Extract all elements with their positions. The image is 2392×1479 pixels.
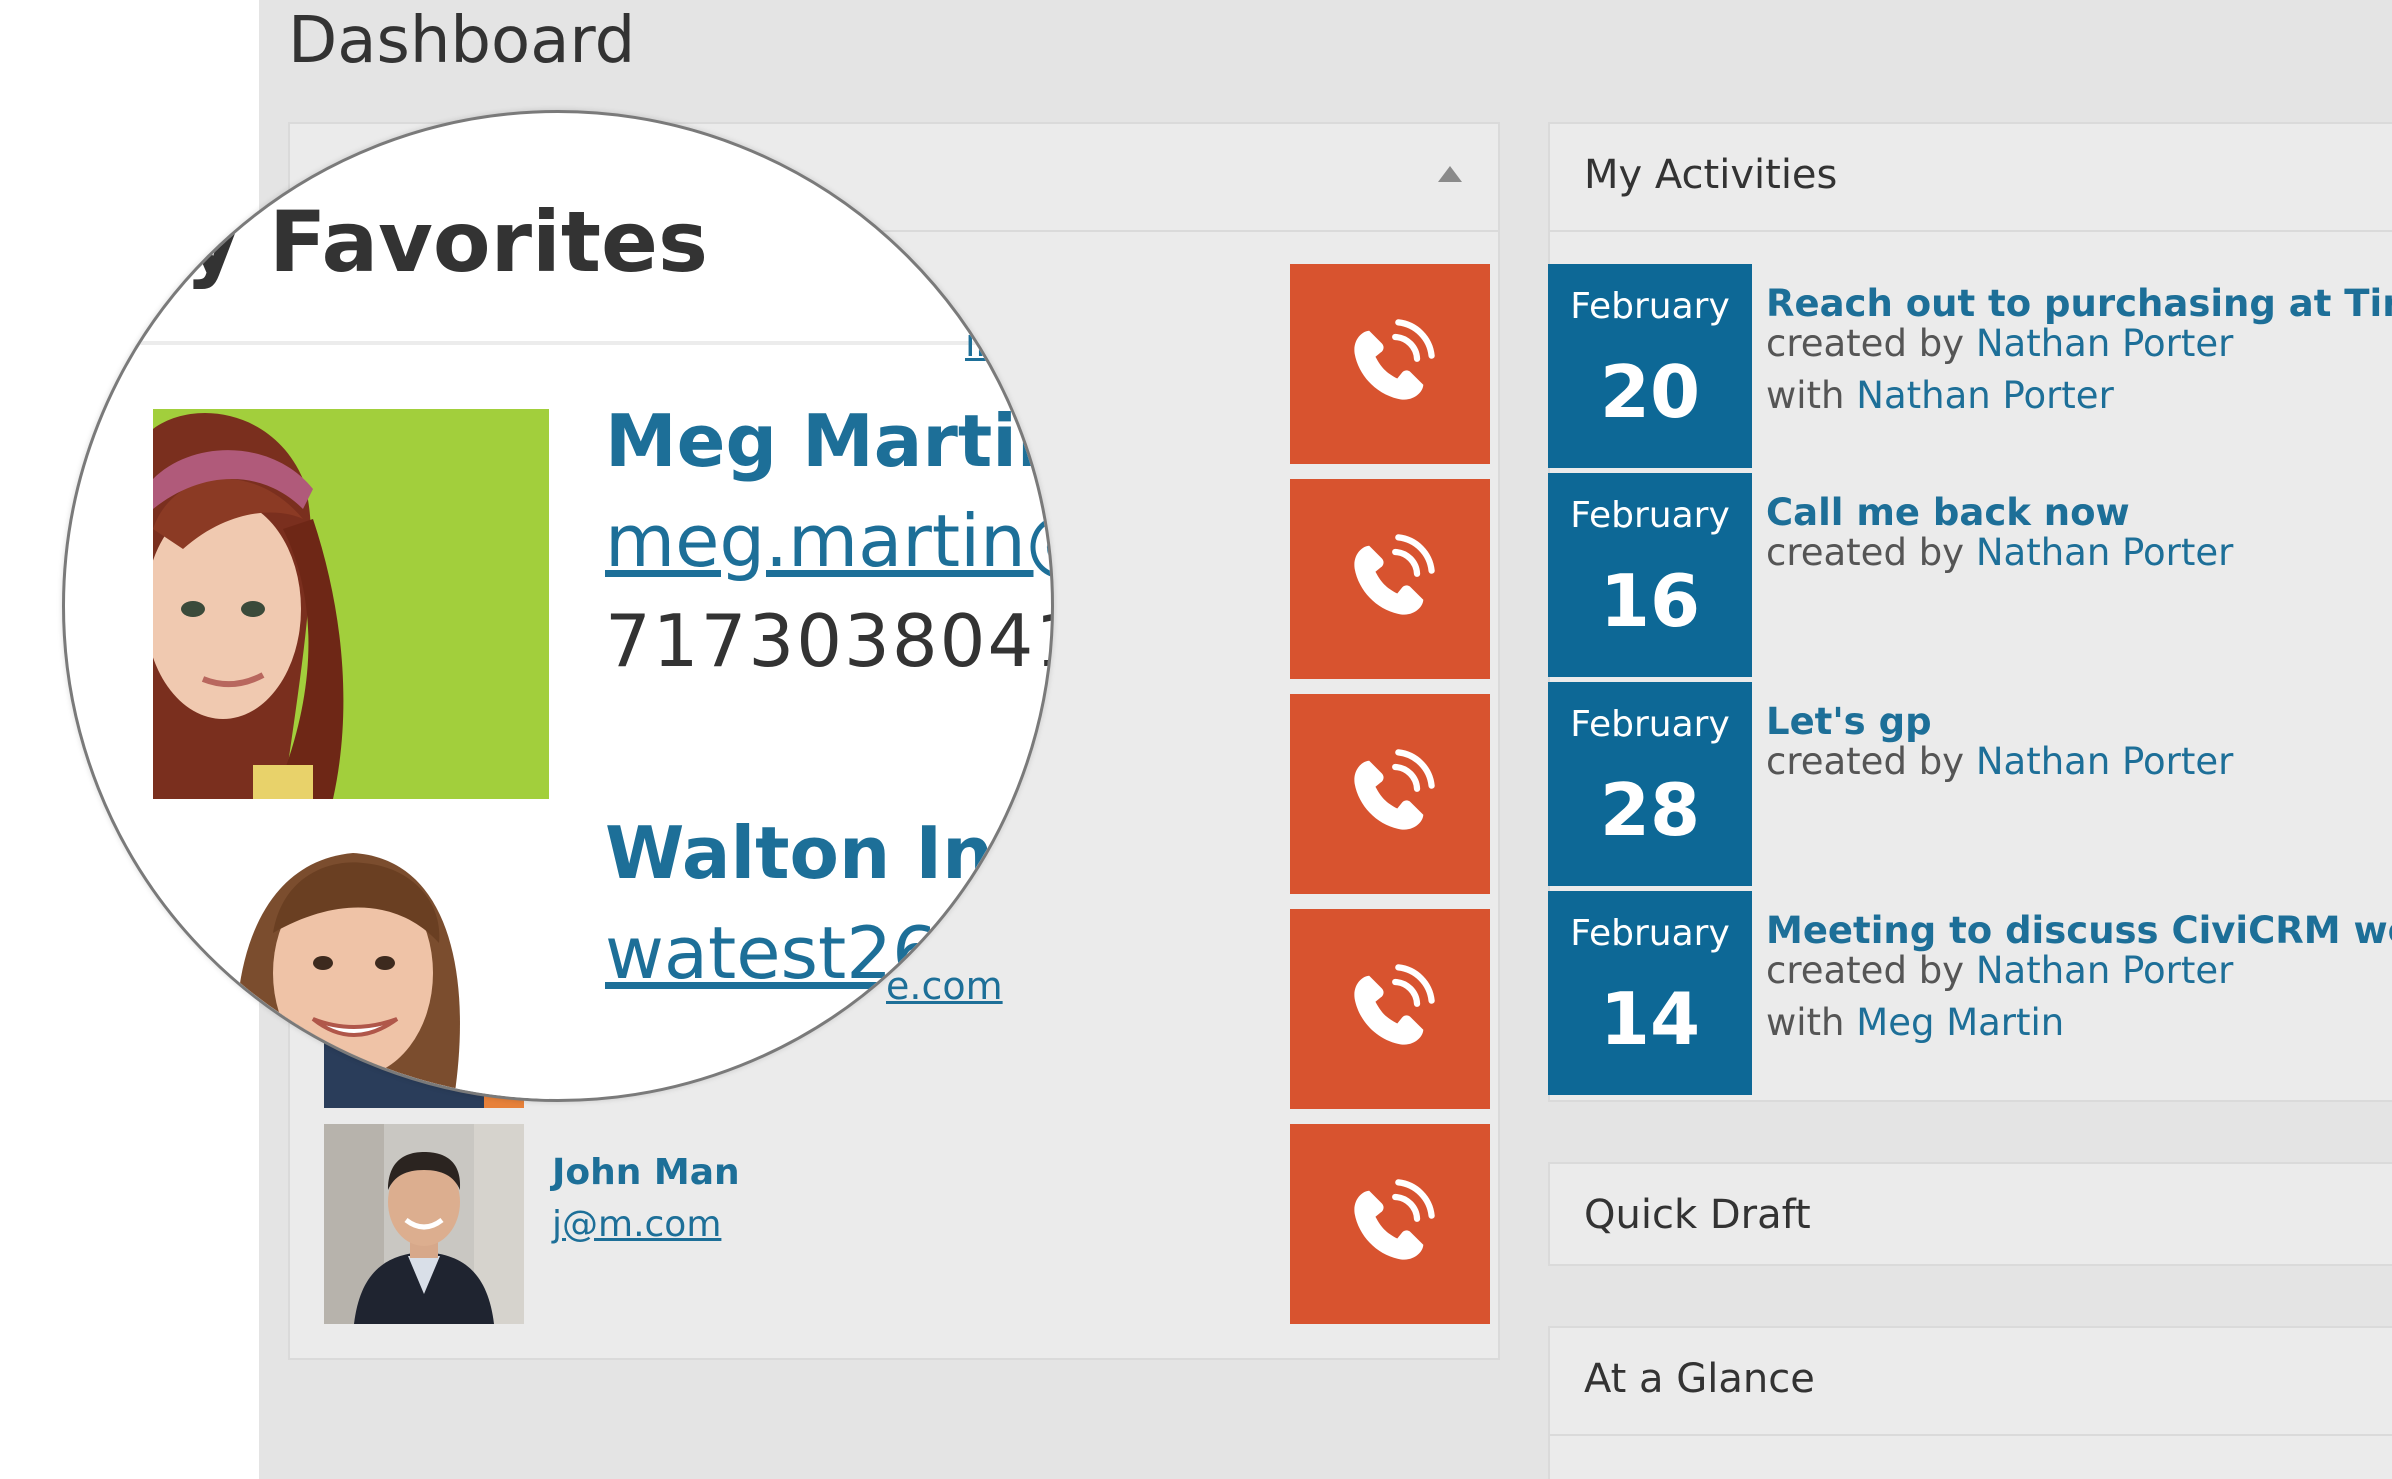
with-label: with xyxy=(1766,1001,1857,1044)
avatar[interactable] xyxy=(153,409,549,799)
activity-title[interactable]: Let's gp xyxy=(1766,700,1932,743)
avatar[interactable] xyxy=(324,1124,524,1324)
favorite-row: John Man j@m.com xyxy=(324,1124,1224,1324)
activity-date: February 16 xyxy=(1548,473,1752,677)
call-button[interactable] xyxy=(1290,479,1490,679)
activity-date: February 20 xyxy=(1548,264,1752,468)
creator-link[interactable]: Nathan Porter xyxy=(1976,531,2234,574)
contact-email[interactable]: meg.martin@ xyxy=(605,499,1051,583)
contact-phone[interactable]: 7173038041 xyxy=(605,599,1051,683)
smiling-woman-photo xyxy=(153,823,549,1099)
activity-with: with Nathan Porter xyxy=(1766,374,2114,417)
activity-title[interactable]: Meeting to discuss CiviCRM websit xyxy=(1766,909,2392,952)
date-day: 14 xyxy=(1599,977,1701,1061)
activity-item: February 28 Let's gp created by Nathan P… xyxy=(1548,682,2392,888)
phone-call-icon xyxy=(1354,964,1435,1045)
call-button[interactable] xyxy=(1290,909,1490,1109)
date-month: February xyxy=(1570,286,1730,327)
call-button[interactable] xyxy=(1290,264,1490,464)
activity-with: with Meg Martin xyxy=(1766,1001,2064,1044)
phone-call-icon xyxy=(1354,319,1435,400)
activity-created-by: created by Nathan Porter xyxy=(1766,322,2233,365)
creator-link[interactable]: Nathan Porter xyxy=(1976,949,2234,992)
created-by-label: created by xyxy=(1766,740,1976,783)
phone-call-icon xyxy=(1354,749,1435,830)
page-title: Dashboard xyxy=(288,4,636,78)
date-day: 28 xyxy=(1599,768,1701,852)
activities-panel-header: My Activities xyxy=(1550,124,2392,232)
favorites-title: y Favorites xyxy=(185,193,708,291)
magnifier-lens: y Favorites ine.com Meg Martin meg.marti… xyxy=(62,110,1054,1102)
panel-title: At a Glance xyxy=(1584,1356,1815,1402)
activity-title[interactable]: Call me back now xyxy=(1766,491,2130,534)
phone-call-icon xyxy=(1354,534,1435,615)
activity-date: February 28 xyxy=(1548,682,1752,886)
created-by-label: created by xyxy=(1766,322,1976,365)
at-a-glance-panel[interactable]: At a Glance xyxy=(1548,1326,2392,1479)
quick-draft-panel[interactable]: Quick Draft xyxy=(1548,1162,2392,1266)
activity-item: February 20 Reach out to purchasing at T… xyxy=(1548,264,2392,470)
call-button[interactable] xyxy=(1290,694,1490,894)
activity-created-by: created by Nathan Porter xyxy=(1766,949,2233,992)
date-month: February xyxy=(1570,913,1730,954)
contact-email-tail[interactable]: e.com xyxy=(886,964,1003,1008)
activity-item: February 14 Meeting to discuss CiviCRM w… xyxy=(1548,891,2392,1097)
activity-created-by: created by Nathan Porter xyxy=(1766,531,2233,574)
creator-link[interactable]: Nathan Porter xyxy=(1976,740,2234,783)
activity-date: February 14 xyxy=(1548,891,1752,1095)
date-month: February xyxy=(1570,495,1730,536)
date-month: February xyxy=(1570,704,1730,745)
woman-with-headband-photo xyxy=(153,409,549,799)
with-contact-link[interactable]: Meg Martin xyxy=(1856,1001,2064,1044)
phone-call-icon xyxy=(1354,1179,1435,1260)
created-by-label: created by xyxy=(1766,949,1976,992)
with-label: with xyxy=(1766,374,1857,417)
date-day: 16 xyxy=(1599,559,1701,643)
contact-email[interactable]: j@m.com xyxy=(552,1204,721,1245)
panel-divider xyxy=(65,341,1051,345)
panel-divider xyxy=(1550,1434,2392,1436)
contact-name[interactable]: John Man xyxy=(552,1152,740,1193)
date-day: 20 xyxy=(1599,350,1701,434)
contact-name[interactable]: Walton Inc xyxy=(605,811,1036,895)
created-by-label: created by xyxy=(1766,531,1976,574)
with-contact-link[interactable]: Nathan Porter xyxy=(1856,374,2114,417)
activity-created-by: created by Nathan Porter xyxy=(1766,740,2233,783)
panel-title: Quick Draft xyxy=(1584,1192,1811,1238)
panel-title: My Activities xyxy=(1584,152,1838,198)
contact-name[interactable]: Meg Martin xyxy=(605,399,1051,483)
man-in-suit-photo xyxy=(324,1124,524,1324)
avatar[interactable] xyxy=(153,823,549,1099)
call-button[interactable] xyxy=(1290,1124,1490,1324)
activity-title[interactable]: Reach out to purchasing at Tires In xyxy=(1766,282,2392,325)
collapse-arrow-icon[interactable] xyxy=(1438,166,1462,182)
creator-link[interactable]: Nathan Porter xyxy=(1976,322,2234,365)
contact-email-snippet[interactable]: ine.com xyxy=(965,321,1051,365)
activity-item: February 16 Call me back now created by … xyxy=(1548,473,2392,679)
